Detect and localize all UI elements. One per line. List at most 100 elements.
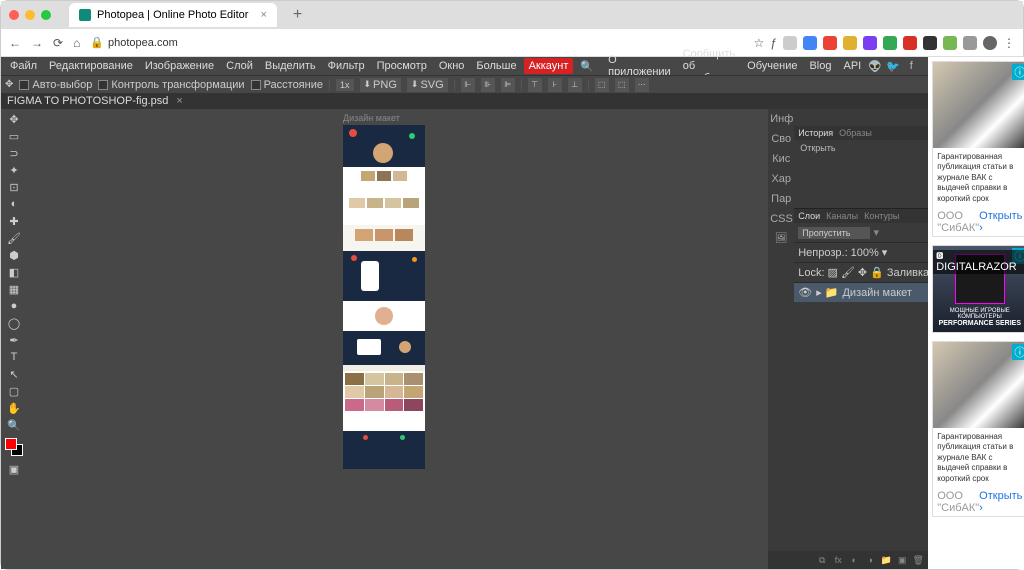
tab-channels[interactable]: Каналы <box>826 211 858 221</box>
mask-icon[interactable]: ◐ <box>848 554 860 566</box>
facebook-icon[interactable]: f <box>904 59 918 73</box>
tab-patterns[interactable]: Образы <box>839 128 872 138</box>
stamp-tool-icon[interactable]: ⬢ <box>3 247 25 263</box>
canvas[interactable] <box>343 125 425 469</box>
more-icon[interactable]: ⋯ <box>635 78 649 92</box>
menu-select[interactable]: Выделить <box>260 58 321 74</box>
gradient-tool-icon[interactable]: ▦ <box>3 281 25 297</box>
menu-file[interactable]: Файл <box>5 58 42 74</box>
align-left-icon[interactable]: ⊩ <box>461 78 475 92</box>
ad-card[interactable]: ⓘ✕ Гарантированная публикация статьи в ж… <box>932 341 1024 517</box>
ext-icon[interactable] <box>943 36 957 50</box>
menu-api[interactable]: API <box>839 58 867 74</box>
hand-tool-icon[interactable]: ✋ <box>3 400 25 416</box>
browser-tab[interactable]: Photopea | Online Photo Editor × <box>69 3 277 27</box>
zoom-tool-icon[interactable]: 🔍 <box>3 417 25 433</box>
tab-history[interactable]: История <box>798 128 833 138</box>
color-swatch[interactable] <box>5 438 23 456</box>
align-top-icon[interactable]: ⊤ <box>528 78 542 92</box>
ad-card[interactable]: ⓘ✕ 🅳 DIGITALRAZOR МОЩНЫЕ ИГРОВЫЕ КОМПЬЮТ… <box>932 245 1024 333</box>
blur-tool-icon[interactable]: ● <box>3 298 25 314</box>
star-icon[interactable]: ☆ <box>754 36 765 50</box>
lock-all-icon[interactable]: 🔒 <box>870 266 884 279</box>
move-tool-icon[interactable]: ✥ <box>3 111 25 127</box>
menu-image[interactable]: Изображение <box>140 58 219 74</box>
ext-icon[interactable] <box>903 36 917 50</box>
transform-controls-check[interactable]: Контроль трансформации <box>98 79 244 91</box>
close-file-icon[interactable]: × <box>176 95 182 107</box>
ext-icon[interactable] <box>843 36 857 50</box>
tab-paths[interactable]: Контуры <box>864 211 899 221</box>
trash-icon[interactable]: 🗑 <box>912 554 924 566</box>
quickmask-icon[interactable]: ▣ <box>3 461 25 477</box>
menu-edit[interactable]: Редактирование <box>44 58 138 74</box>
new-layer-icon[interactable]: ▣ <box>896 554 908 566</box>
folder-icon[interactable]: ▸ 📁 <box>816 286 838 299</box>
canvas-area[interactable]: Дизайн макет <box>27 109 768 569</box>
auto-select-check[interactable]: Авто-выбор <box>19 79 92 91</box>
pen-tool-icon[interactable]: ✒ <box>3 332 25 348</box>
reddit-icon[interactable]: 👽 <box>868 59 882 73</box>
align-center-icon[interactable]: ⊪ <box>481 78 495 92</box>
menu-account[interactable]: Аккаунт <box>524 58 574 74</box>
ad-info-icon[interactable]: ⓘ✕ <box>1012 344 1024 360</box>
panel-swatches-tab[interactable]: Сво <box>768 129 794 149</box>
minimize-dot[interactable] <box>25 10 35 20</box>
eraser-tool-icon[interactable]: ◧ <box>3 264 25 280</box>
ext-icon[interactable] <box>883 36 897 50</box>
lock-transparent-icon[interactable]: ▨ <box>828 266 838 279</box>
menu-icon[interactable]: ⋮ <box>1003 36 1015 50</box>
export-svg-button[interactable]: ⬇ SVG <box>407 78 448 92</box>
close-dot[interactable] <box>9 10 19 20</box>
align-middle-icon[interactable]: ⊦ <box>548 78 562 92</box>
url-input[interactable]: 🔒 photopea.com <box>90 36 743 49</box>
brush-tool-icon[interactable]: 🖌 <box>3 230 25 246</box>
shape-tool-icon[interactable]: ▢ <box>3 383 25 399</box>
ext-icon[interactable] <box>803 36 817 50</box>
panel-info-tab[interactable]: Инф <box>768 109 794 129</box>
wand-tool-icon[interactable]: ✦ <box>3 162 25 178</box>
menu-filter[interactable]: Фильтр <box>323 58 370 74</box>
menu-more[interactable]: Больше <box>471 58 521 74</box>
link-icon[interactable]: ⧉ <box>816 554 828 566</box>
tab-close-icon[interactable]: × <box>260 9 266 21</box>
scale-select[interactable]: 1x <box>336 79 354 91</box>
marquee-tool-icon[interactable]: ▭ <box>3 128 25 144</box>
tab-layers[interactable]: Слои <box>798 211 820 221</box>
twitter-icon[interactable]: 🐦 <box>886 59 900 73</box>
panel-character-tab[interactable]: Хар <box>768 169 794 189</box>
forward-icon[interactable]: → <box>31 36 43 50</box>
avatar[interactable] <box>983 36 997 50</box>
adjustment-icon[interactable]: ◑ <box>864 554 876 566</box>
visibility-icon[interactable]: 👁 <box>798 286 812 299</box>
ad-link[interactable]: Открыть › <box>979 210 1022 234</box>
new-tab-button[interactable]: + <box>287 6 308 24</box>
menu-window[interactable]: Окно <box>434 58 470 74</box>
distribute-icon[interactable]: ⬚ <box>615 78 629 92</box>
export-png-button[interactable]: ⬇ PNG <box>360 78 401 92</box>
blend-mode-select[interactable]: Пропустить <box>798 227 870 239</box>
back-icon[interactable]: ← <box>9 36 21 50</box>
panel-image-icon[interactable]: 🖼 <box>768 229 794 248</box>
ext-icon[interactable]: ƒ <box>770 36 777 50</box>
ext-icon[interactable] <box>863 36 877 50</box>
ad-link[interactable]: Открыть › <box>979 490 1022 514</box>
lasso-tool-icon[interactable]: ⊃ <box>3 145 25 161</box>
fx-icon[interactable]: fx <box>832 554 844 566</box>
search-icon[interactable]: 🔍 <box>575 58 599 75</box>
menu-blog[interactable]: Blog <box>804 58 836 74</box>
reload-icon[interactable]: ⟳ <box>53 36 63 50</box>
home-icon[interactable]: ⌂ <box>73 36 80 50</box>
menu-view[interactable]: Просмотр <box>372 58 432 74</box>
menu-layer[interactable]: Слой <box>221 58 258 74</box>
maximize-dot[interactable] <box>41 10 51 20</box>
ext-icon[interactable] <box>923 36 937 50</box>
align-bottom-icon[interactable]: ⊥ <box>568 78 582 92</box>
opacity-value[interactable]: 100% <box>851 247 879 259</box>
distance-check[interactable]: Расстояние <box>251 79 323 91</box>
ad-card[interactable]: ⓘ✕ Гарантированная публикация статьи в ж… <box>932 61 1024 237</box>
distribute-icon[interactable]: ⬚ <box>595 78 609 92</box>
align-right-icon[interactable]: ⊫ <box>501 78 515 92</box>
menu-learn[interactable]: Обучение <box>742 58 802 74</box>
path-tool-icon[interactable]: ↖ <box>3 366 25 382</box>
